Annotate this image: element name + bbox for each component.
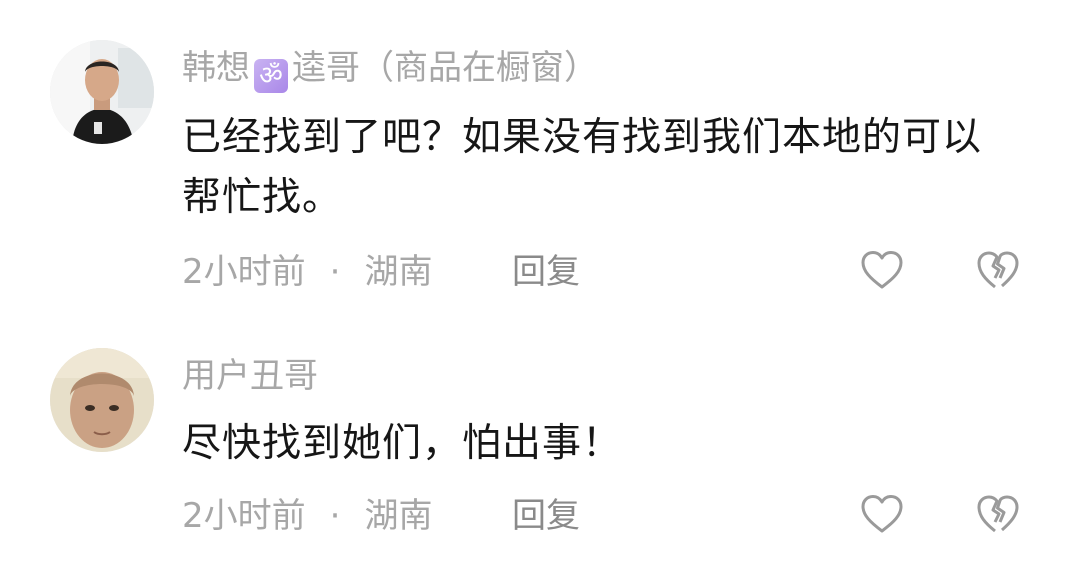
comment-item: 韩想 ॐ 逵哥（商品在橱窗） 已经找到了吧？如果没有找到我们本地的可以帮忙找。 2小… xyxy=(0,0,1080,300)
username-text: 韩想 xyxy=(182,48,250,88)
avatar-photo xyxy=(50,348,154,452)
meta-separator: · xyxy=(329,496,341,536)
comment-meta: 2小时前 · 湖南 xyxy=(182,252,432,292)
comment-time: 2小时前 xyxy=(182,252,306,292)
comment-time: 2小时前 xyxy=(182,496,306,536)
comment-item: 用户丑哥 尽快找到她们，怕出事！ 2小时前 · 湖南 回复 xyxy=(0,300,1080,571)
reply-button[interactable]: 回复 xyxy=(512,496,580,536)
meta-separator: · xyxy=(329,252,341,292)
comment-location: 湖南 xyxy=(364,252,433,292)
broken-heart-icon[interactable] xyxy=(976,494,1020,534)
heart-outline-icon[interactable] xyxy=(860,250,904,290)
comment-text: 已经找到了吧？如果没有找到我们本地的可以帮忙找。 xyxy=(182,115,983,220)
avatar[interactable] xyxy=(50,348,154,452)
avatar[interactable] xyxy=(50,40,154,144)
comment-text: 尽快找到她们，怕出事！ xyxy=(182,421,623,466)
reply-button[interactable]: 回复 xyxy=(512,252,580,292)
om-symbol-icon: ॐ xyxy=(254,59,288,93)
comment-meta: 2小时前 · 湖南 xyxy=(182,496,432,536)
username[interactable]: 用户丑哥 xyxy=(182,356,318,396)
username-suffix: 逵哥（商品在橱窗） xyxy=(292,48,598,88)
comment-location: 湖南 xyxy=(364,496,433,536)
username[interactable]: 韩想 ॐ 逵哥（商品在橱窗） xyxy=(182,48,598,93)
avatar-photo xyxy=(50,40,154,144)
broken-heart-icon[interactable] xyxy=(976,250,1020,290)
heart-outline-icon[interactable] xyxy=(860,494,904,534)
